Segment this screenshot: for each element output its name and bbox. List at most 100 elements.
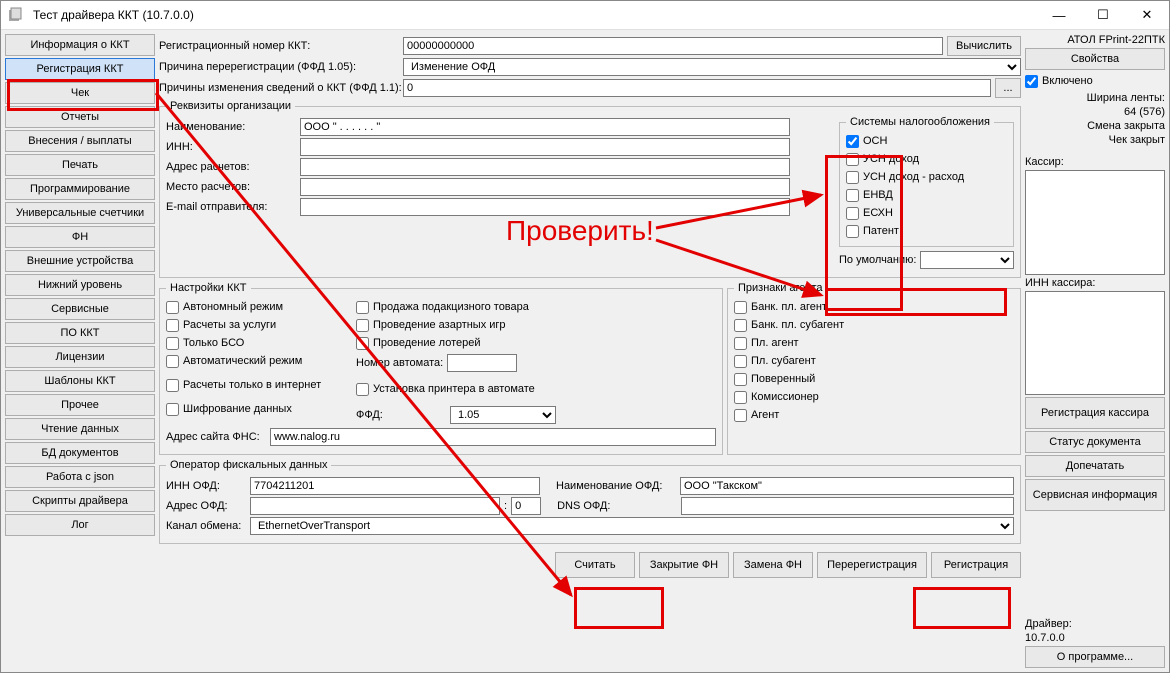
agent-trusted[interactable]: Поверенный	[734, 370, 1014, 388]
kkt-printer-automat[interactable]: Установка принтера в автомате	[356, 374, 556, 404]
tax-fieldset: Системы налогообложения ОСН УСН доход УС…	[839, 116, 1014, 247]
kkt-bso[interactable]: Только БСО	[166, 334, 336, 352]
org-legend: Реквизиты организации	[166, 100, 295, 112]
ofd-addr-input[interactable]	[250, 497, 500, 515]
reprint-button[interactable]: Допечатать	[1025, 455, 1165, 477]
kkt-excise[interactable]: Продажа подакцизного товара	[356, 298, 556, 316]
ofd-name-label: Наименование ОФД:	[556, 480, 676, 492]
ofd-port-input[interactable]	[511, 497, 541, 515]
kkt-automatic[interactable]: Автоматический режим	[166, 352, 336, 370]
nav-dbdocs[interactable]: БД документов	[5, 442, 155, 464]
nav-scripts[interactable]: Скрипты драйвера	[5, 490, 155, 512]
check-status: Чек закрыт	[1025, 134, 1165, 146]
tax-osn[interactable]: ОСН	[846, 132, 1007, 150]
nav-info[interactable]: Информация о ККТ	[5, 34, 155, 56]
ofd-channel-label: Канал обмена:	[166, 520, 246, 532]
nav-pokkt[interactable]: ПО ККТ	[5, 322, 155, 344]
nav-fn[interactable]: ФН	[5, 226, 155, 248]
nav-json[interactable]: Работа с json	[5, 466, 155, 488]
app-icon	[1, 7, 29, 23]
window-title: Тест драйвера ККТ (10.7.0.0)	[29, 8, 1037, 22]
agent-pl-subagent[interactable]: Пл. субагент	[734, 352, 1014, 370]
reg-cashier-button[interactable]: Регистрация кассира	[1025, 397, 1165, 429]
org-fieldset: Реквизиты организации Наименование: ИНН:…	[159, 100, 1021, 278]
close-button[interactable]: ✕	[1125, 1, 1169, 29]
nav-check[interactable]: Чек	[5, 82, 155, 104]
driver-label: Драйвер:	[1025, 618, 1165, 630]
regnum-input[interactable]	[403, 37, 943, 55]
nav-external[interactable]: Внешние устройства	[5, 250, 155, 272]
nav-readdata[interactable]: Чтение данных	[5, 418, 155, 440]
ofd-channel-select[interactable]: EthernetOverTransport	[250, 517, 1014, 535]
nav-registration[interactable]: Регистрация ККТ	[5, 58, 155, 80]
agent-agent[interactable]: Агент	[734, 406, 1014, 424]
nav-reports[interactable]: Отчеты	[5, 106, 155, 128]
agent-bank-subagent[interactable]: Банк. пл. субагент	[734, 316, 1014, 334]
status-button[interactable]: Статус документа	[1025, 431, 1165, 453]
kkt-internet-only[interactable]: Расчеты только в интернет	[166, 370, 336, 400]
cashier-input[interactable]	[1025, 170, 1165, 275]
nav-print[interactable]: Печать	[5, 154, 155, 176]
nav-templates[interactable]: Шаблоны ККТ	[5, 370, 155, 392]
rereg-button[interactable]: Перерегистрация	[817, 552, 927, 578]
driver-version: 10.7.0.0	[1025, 632, 1165, 644]
nav-log[interactable]: Лог	[5, 514, 155, 536]
ofd-name-input[interactable]	[680, 477, 1014, 495]
calc-button[interactable]: Вычислить	[947, 36, 1021, 56]
tape-label: Ширина ленты:	[1025, 92, 1165, 104]
autonum-label: Номер автомата:	[356, 357, 443, 369]
org-place-input[interactable]	[300, 178, 790, 196]
nav-deposits[interactable]: Внесения / выплаты	[5, 130, 155, 152]
kkt-gambling[interactable]: Проведение азартных игр	[356, 316, 556, 334]
service-info-button[interactable]: Сервисная информация	[1025, 479, 1165, 511]
tax-usn-inc-exp[interactable]: УСН доход - расход	[846, 168, 1007, 186]
org-email-label: E-mail отправителя:	[166, 201, 296, 213]
nav-counters[interactable]: Универсальные счетчики	[5, 202, 155, 224]
tax-envd[interactable]: ЕНВД	[846, 186, 1007, 204]
fns-input[interactable]	[270, 428, 716, 446]
device-name: АТОЛ FPrint-22ПТК	[1025, 34, 1165, 46]
nav-other[interactable]: Прочее	[5, 394, 155, 416]
tax-patent[interactable]: Патент	[846, 222, 1007, 240]
org-addr-input[interactable]	[300, 158, 790, 176]
cashier-inn-label: ИНН кассира:	[1025, 277, 1165, 289]
org-inn-input[interactable]	[300, 138, 790, 156]
read-button[interactable]: Считать	[555, 552, 635, 578]
kkt-services[interactable]: Расчеты за услуги	[166, 316, 336, 334]
org-name-input[interactable]	[300, 118, 790, 136]
titlebar: Тест драйвера ККТ (10.7.0.0) — ☐ ✕	[1, 1, 1169, 30]
agent-legend: Признаки агента	[734, 282, 827, 294]
ofd-dns-input[interactable]	[681, 497, 1014, 515]
kkt-lottery[interactable]: Проведение лотерей	[356, 334, 556, 352]
closefn-button[interactable]: Закрытие ФН	[639, 552, 729, 578]
nav-programming[interactable]: Программирование	[5, 178, 155, 200]
agent-bank-agent[interactable]: Банк. пл. агент	[734, 298, 1014, 316]
tax-default-select[interactable]	[920, 251, 1014, 269]
changes-input[interactable]	[403, 79, 991, 97]
minimize-button[interactable]: —	[1037, 1, 1081, 29]
about-button[interactable]: О программе...	[1025, 646, 1165, 668]
tax-esxn[interactable]: ЕСХН	[846, 204, 1007, 222]
agent-commission[interactable]: Комиссионер	[734, 388, 1014, 406]
changes-more-button[interactable]: ...	[995, 78, 1021, 98]
tax-usn-income[interactable]: УСН доход	[846, 150, 1007, 168]
ffd-label: ФФД:	[356, 409, 446, 421]
nav-lowlevel[interactable]: Нижний уровень	[5, 274, 155, 296]
regnum-label: Регистрационный номер ККТ:	[159, 40, 399, 52]
cashier-inn-input[interactable]	[1025, 291, 1165, 396]
nav-service[interactable]: Сервисные	[5, 298, 155, 320]
register-button[interactable]: Регистрация	[931, 552, 1021, 578]
replacefn-button[interactable]: Замена ФН	[733, 552, 813, 578]
kkt-autonomous[interactable]: Автономный режим	[166, 298, 336, 316]
ffd-select[interactable]: 1.05	[450, 406, 556, 424]
props-button[interactable]: Свойства	[1025, 48, 1165, 70]
enabled-checkbox[interactable]: Включено	[1025, 72, 1165, 90]
ofd-inn-input[interactable]	[250, 477, 540, 495]
kkt-encryption[interactable]: Шифрование данных	[166, 400, 336, 418]
nav-licenses[interactable]: Лицензии	[5, 346, 155, 368]
org-email-input[interactable]	[300, 198, 790, 216]
agent-pl-agent[interactable]: Пл. агент	[734, 334, 1014, 352]
rereg-select[interactable]: Изменение ОФД	[403, 58, 1021, 76]
autonum-input[interactable]	[447, 354, 517, 372]
maximize-button[interactable]: ☐	[1081, 1, 1125, 29]
